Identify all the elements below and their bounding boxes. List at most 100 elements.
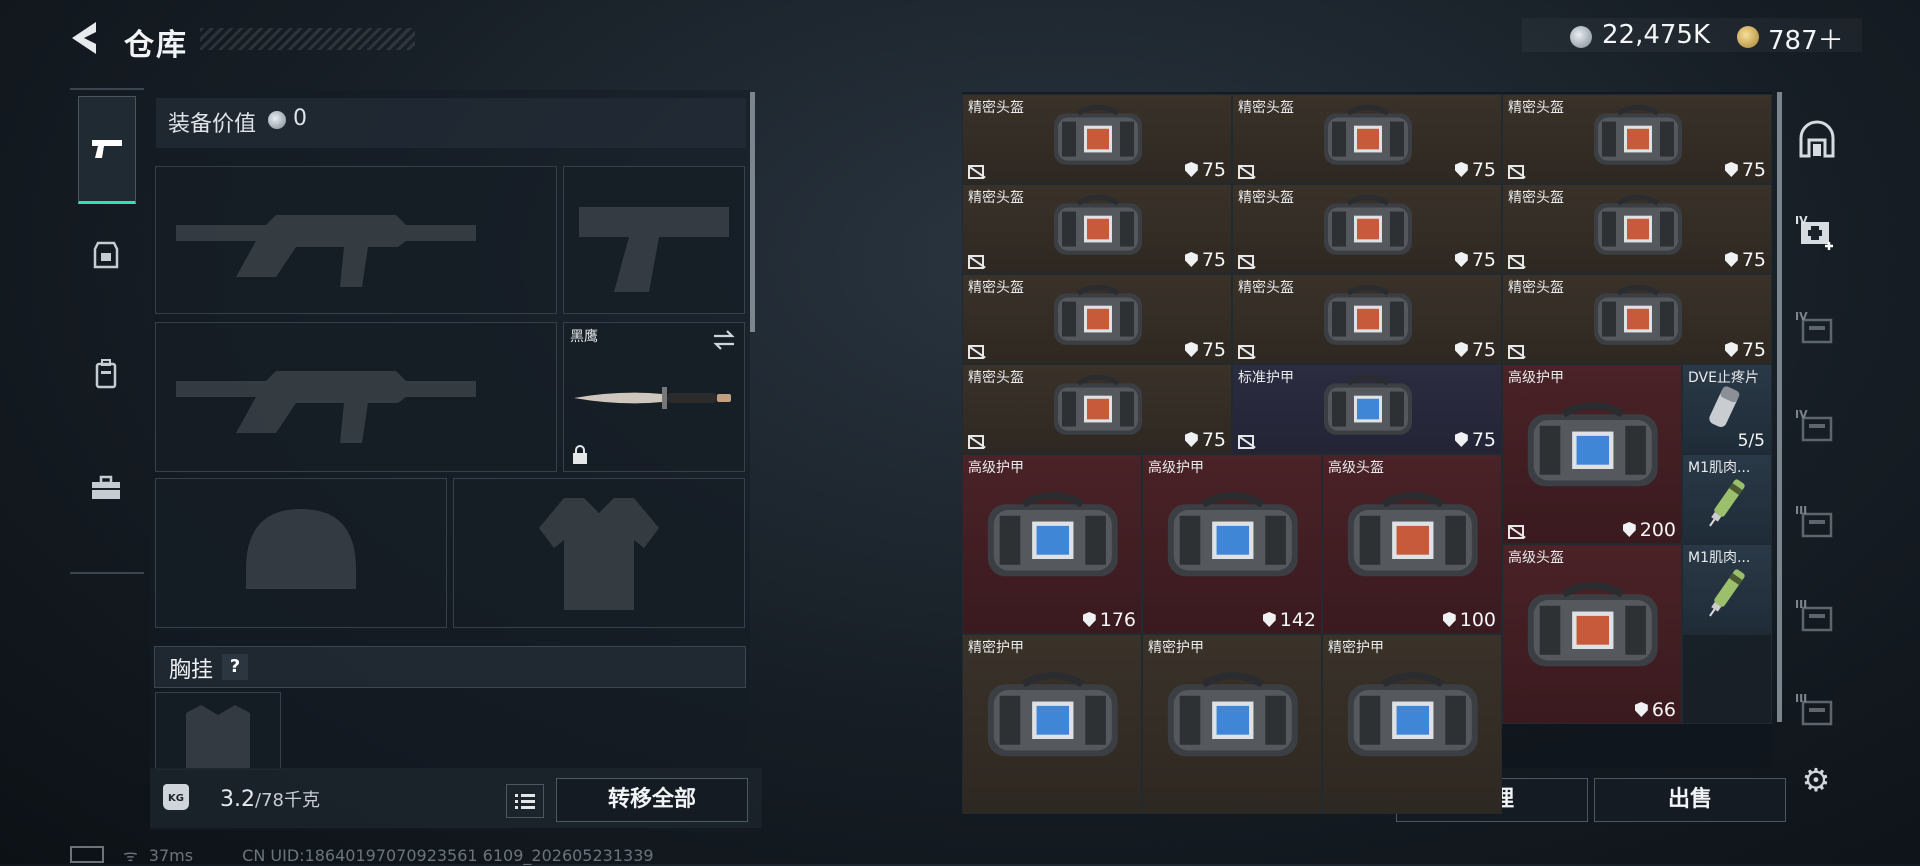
painkiller-icon xyxy=(1709,386,1740,427)
storage-item[interactable]: 精密护甲 xyxy=(1142,634,1322,814)
nav-toolbox-tab[interactable] xyxy=(78,436,134,540)
storage-scrollbar[interactable] xyxy=(1777,92,1782,722)
storage-item[interactable]: 高级头盔 66 xyxy=(1502,544,1682,724)
durability-value: 75 xyxy=(1741,159,1766,181)
item-durability: 75 xyxy=(1724,339,1766,361)
storage-item[interactable]: 精密头盔 75 xyxy=(962,184,1232,274)
item-durability: 75 xyxy=(1184,339,1226,361)
melee-name: 黑鹰 xyxy=(570,329,598,345)
storage-item[interactable]: 精密护甲 xyxy=(962,634,1142,814)
storage-item[interactable]: 精密头盔 75 xyxy=(1232,184,1502,274)
nav-armor-tab[interactable] xyxy=(78,204,134,308)
gold-amount[interactable]: 787＋ xyxy=(1768,20,1844,57)
storage-item[interactable]: M1肌肉... xyxy=(1682,544,1772,634)
storage-item[interactable]: M1肌肉... xyxy=(1682,454,1772,544)
helmet-slot[interactable] xyxy=(155,478,447,628)
shield-icon xyxy=(1454,432,1468,447)
syringe-icon xyxy=(1709,479,1745,527)
weight-kg-icon: KG xyxy=(163,784,189,810)
sell-button[interactable]: 出售 xyxy=(1594,778,1786,822)
storage-item[interactable]: 精密头盔 75 xyxy=(962,274,1232,364)
storage-filter-all[interactable] xyxy=(1795,120,1839,160)
lock-icon xyxy=(573,445,587,464)
nav-backpack-tab[interactable] xyxy=(78,322,134,426)
item-durability: 100 xyxy=(1442,609,1496,631)
storage-item[interactable]: 精密头盔 75 xyxy=(962,94,1232,184)
pistol-slot[interactable] xyxy=(563,166,745,314)
durability-value: 75 xyxy=(1471,159,1496,181)
durability-value: 100 xyxy=(1459,609,1496,631)
storage-item[interactable]: 精密头盔 75 xyxy=(1232,274,1502,364)
storage-item[interactable]: 高级头盔 100 xyxy=(1322,454,1502,634)
storage-item[interactable]: 标准护甲 75 xyxy=(1232,364,1502,454)
chest-rig-slot[interactable] xyxy=(155,692,281,770)
equipment-scrollbar[interactable] xyxy=(750,92,755,332)
item-durability: 75 xyxy=(1184,159,1226,181)
storage-container-1[interactable]: IV xyxy=(1795,310,1839,350)
durability-value: 75 xyxy=(1471,249,1496,271)
no-bind-icon xyxy=(968,255,984,269)
storage-item[interactable]: 精密头盔 75 xyxy=(962,364,1232,454)
storage-item[interactable]: 高级护甲 176 xyxy=(962,454,1142,634)
storage-container-2[interactable]: IV xyxy=(1795,408,1839,448)
weight-current: 3.2 xyxy=(220,787,255,812)
chest-rig-silhouette-icon xyxy=(186,705,250,769)
back-arrow-icon[interactable] xyxy=(66,18,106,58)
melee-slot[interactable]: 黑鹰 xyxy=(563,322,745,472)
rifle-silhouette-icon xyxy=(176,371,476,443)
helmet-case-icon xyxy=(1324,194,1412,255)
item-name: 精密护甲 xyxy=(1148,640,1204,656)
helmet-case-icon xyxy=(1324,284,1412,345)
primary-weapon-slot[interactable] xyxy=(155,166,557,314)
storage-item[interactable]: 精密护甲 xyxy=(1322,634,1502,814)
item-name: 精密护甲 xyxy=(1328,640,1384,656)
armor-case-icon xyxy=(1528,402,1658,487)
storage-container-4[interactable]: III xyxy=(1795,598,1839,638)
shield-icon xyxy=(1724,252,1738,267)
armor-case-icon xyxy=(1348,672,1478,757)
item-durability: 142 xyxy=(1262,609,1316,631)
armor-slot[interactable] xyxy=(453,478,745,628)
battery-icon xyxy=(70,846,104,863)
storage-item[interactable]: 精密头盔 75 xyxy=(1502,94,1772,184)
helmet-case-icon xyxy=(1054,374,1142,435)
helmet-case-icon xyxy=(1054,194,1142,255)
storage-container-5[interactable]: III xyxy=(1795,692,1839,732)
list-view-icon[interactable] xyxy=(506,784,544,818)
storage-item[interactable]: 精密头盔 75 xyxy=(1502,274,1772,364)
shield-icon xyxy=(1724,162,1738,177)
item-name: 高级护甲 xyxy=(1508,370,1564,386)
item-name: 精密头盔 xyxy=(1508,100,1564,116)
storage-item[interactable]: 高级护甲 200 xyxy=(1502,364,1682,544)
item-name: 精密头盔 xyxy=(1238,100,1294,116)
no-bind-icon xyxy=(1508,255,1524,269)
swap-icon[interactable] xyxy=(712,329,736,351)
shield-icon xyxy=(1454,342,1468,357)
nav-weapons-tab[interactable] xyxy=(78,96,136,204)
help-icon[interactable]: ? xyxy=(222,654,248,680)
syringe-icon xyxy=(1709,569,1745,617)
storage-item[interactable]: 精密头盔 75 xyxy=(1232,94,1502,184)
durability-value: 75 xyxy=(1471,339,1496,361)
storage-container-3[interactable]: III xyxy=(1795,504,1839,544)
tier-label: III xyxy=(1795,692,1808,705)
shield-icon xyxy=(1454,162,1468,177)
transfer-all-button[interactable]: 转移全部 xyxy=(556,778,748,822)
item-name: 精密头盔 xyxy=(968,280,1024,296)
storage-item[interactable]: 精密头盔 75 xyxy=(1502,184,1772,274)
tier-label: IV xyxy=(1795,214,1808,227)
weight-readout: 3.2/78千克 xyxy=(220,786,320,812)
shield-icon xyxy=(1184,162,1198,177)
chest-rig-label: 胸挂 xyxy=(169,658,214,683)
no-bind-icon xyxy=(1508,345,1524,359)
storage-filter-medkit[interactable]: IV xyxy=(1795,214,1839,254)
storage-empty-cell[interactable] xyxy=(1682,634,1772,724)
secondary-weapon-slot[interactable] xyxy=(155,322,557,472)
storage-item[interactable]: DVE止疼片 5/5 xyxy=(1682,364,1772,454)
durability-value: 75 xyxy=(1741,249,1766,271)
shield-icon xyxy=(1724,342,1738,357)
item-durability: 176 xyxy=(1082,609,1136,631)
no-bind-icon xyxy=(1238,255,1254,269)
settings-gear-icon[interactable]: ⚙ xyxy=(1798,762,1834,798)
storage-item[interactable]: 高级护甲 142 xyxy=(1142,454,1322,634)
